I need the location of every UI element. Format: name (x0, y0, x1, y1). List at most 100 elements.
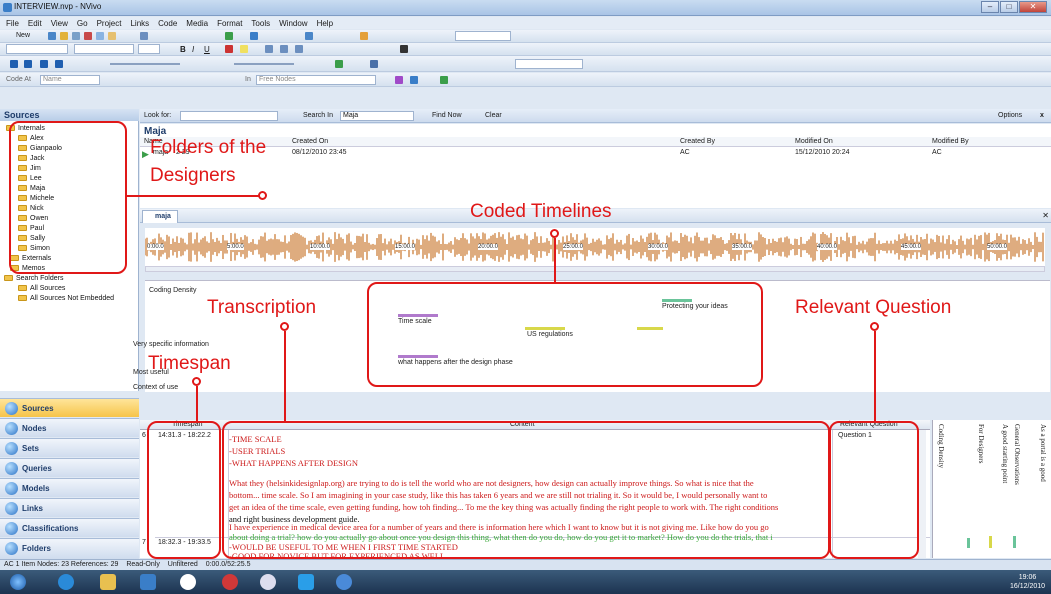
underline-button[interactable]: U (204, 45, 210, 54)
align-right-icon[interactable] (295, 45, 303, 53)
nav-nodes[interactable]: Nodes (0, 418, 139, 437)
col-modified-by[interactable]: Modified By (932, 138, 969, 145)
tick-label: 25:00.0 (563, 244, 584, 250)
in-nodes-field[interactable]: Free Nodes (256, 75, 376, 85)
chart-icon[interactable] (225, 32, 233, 40)
grid-tool-icon[interactable] (370, 60, 378, 68)
app-icon[interactable] (180, 574, 196, 590)
col-modified-on[interactable]: Modified On (795, 138, 833, 145)
look-for-label: Look for: (144, 112, 172, 119)
menu-go[interactable]: Go (77, 19, 88, 28)
toolbar-format: B I U (0, 43, 1051, 56)
skype-icon[interactable] (298, 574, 314, 590)
play-icon[interactable] (10, 60, 18, 68)
close-tab-button[interactable]: ✕ (1042, 211, 1049, 220)
new-node-icon[interactable] (440, 76, 448, 84)
search-in-field[interactable]: Maja (340, 111, 414, 121)
align-center-icon[interactable] (280, 45, 288, 53)
menu-help[interactable]: Help (317, 19, 333, 28)
tick-label: 50:00.0 (987, 244, 1008, 250)
annotation-box-transcription (222, 421, 830, 559)
copy-icon[interactable] (96, 32, 104, 40)
nav-models[interactable]: Models (0, 478, 139, 497)
code-icon[interactable] (395, 76, 403, 84)
fast-forward-icon[interactable] (55, 60, 63, 68)
col-created-on[interactable]: Created On (292, 138, 328, 145)
menu-media[interactable]: Media (186, 19, 208, 28)
list-row[interactable]: ▶ maja 2 29 08/12/2010 23:45 AC 15/12/20… (140, 148, 1051, 160)
close-window-button[interactable]: ✕ (1019, 1, 1047, 13)
volume-slider[interactable] (110, 63, 180, 65)
media-player-icon[interactable] (140, 574, 156, 590)
close-find-button[interactable]: x (1040, 112, 1044, 119)
annotation-folders-line2: Designers (150, 165, 236, 186)
menu-links[interactable]: Links (130, 19, 149, 28)
italic-button[interactable]: I (192, 45, 194, 54)
open-icon[interactable] (60, 32, 68, 40)
tree-search-folders[interactable]: Search Folders (4, 275, 63, 282)
nav-classifications[interactable]: Classifications (0, 518, 139, 537)
media-dropdown[interactable] (515, 59, 583, 69)
binoculars-icon[interactable] (400, 45, 408, 53)
zoom-field[interactable] (455, 31, 511, 41)
system-clock[interactable]: 19:06 16/12/2010 (1010, 573, 1045, 591)
windows-taskbar: 19:06 16/12/2010 (0, 570, 1051, 594)
nvivo-task-icon[interactable] (336, 574, 352, 590)
speed-slider[interactable] (234, 63, 294, 65)
font-dropdown[interactable] (74, 44, 134, 54)
menu-window[interactable]: Window (279, 19, 307, 28)
paste-icon[interactable] (108, 32, 116, 40)
minimize-button[interactable]: – (981, 1, 999, 13)
options-button[interactable]: Options (998, 112, 1022, 119)
nav-sets[interactable]: Sets (0, 438, 139, 457)
explorer-icon[interactable] (100, 574, 116, 590)
tab-maja[interactable]: maja (142, 210, 178, 223)
col-created-by[interactable]: Created By (680, 138, 715, 145)
ie-icon[interactable] (58, 574, 74, 590)
timeline-scrollbar[interactable] (145, 266, 1045, 272)
rewind-icon[interactable] (40, 60, 48, 68)
nav-sources[interactable]: Sources (0, 398, 139, 417)
nav-folders[interactable]: Folders (0, 538, 139, 559)
cut-icon[interactable] (84, 32, 92, 40)
sets-icon (5, 442, 18, 455)
menu-file[interactable]: File (6, 19, 19, 28)
font-size-dropdown[interactable] (138, 44, 160, 54)
nav-links[interactable]: Links (0, 498, 139, 517)
highlight-icon[interactable] (240, 45, 248, 53)
bold-button[interactable]: B (180, 45, 186, 54)
menu-edit[interactable]: Edit (28, 19, 42, 28)
clock-app-icon[interactable] (260, 574, 276, 590)
clear-button[interactable]: Clear (485, 112, 502, 119)
pdf-icon[interactable] (222, 574, 238, 590)
nav-queries[interactable]: Queries (0, 458, 139, 477)
menu-code[interactable]: Code (158, 19, 177, 28)
search-in-button[interactable]: Search In (303, 112, 333, 119)
grid-scrollbar[interactable] (918, 430, 926, 558)
menu-view[interactable]: View (51, 19, 68, 28)
font-color-icon[interactable] (225, 45, 233, 53)
play-mode-icon[interactable] (335, 60, 343, 68)
uncode-icon[interactable] (410, 76, 418, 84)
menu-format[interactable]: Format (217, 19, 242, 28)
bullets-icon[interactable] (140, 32, 148, 40)
print-icon[interactable] (72, 32, 80, 40)
menu-project[interactable]: Project (97, 19, 122, 28)
find-now-button[interactable]: Find Now (432, 112, 462, 119)
look-for-input[interactable] (180, 111, 278, 121)
style-dropdown[interactable] (6, 44, 68, 54)
new-button[interactable]: New (16, 32, 30, 39)
save-icon[interactable] (48, 32, 56, 40)
menu-tools[interactable]: Tools (251, 19, 270, 28)
maximize-button[interactable]: □ (1000, 1, 1018, 13)
tree-all-not-embedded[interactable]: All Sources Not Embedded (18, 295, 114, 302)
stop-icon[interactable] (24, 60, 32, 68)
code-at-name-field[interactable]: Name (40, 75, 100, 85)
annotation-box-question (829, 421, 919, 559)
start-button-icon[interactable] (10, 574, 26, 590)
refresh-icon[interactable] (250, 32, 258, 40)
find-icon[interactable] (305, 32, 313, 40)
folder-tool-icon[interactable] (360, 32, 368, 40)
align-left-icon[interactable] (265, 45, 273, 53)
tree-all-sources[interactable]: All Sources (18, 285, 65, 292)
